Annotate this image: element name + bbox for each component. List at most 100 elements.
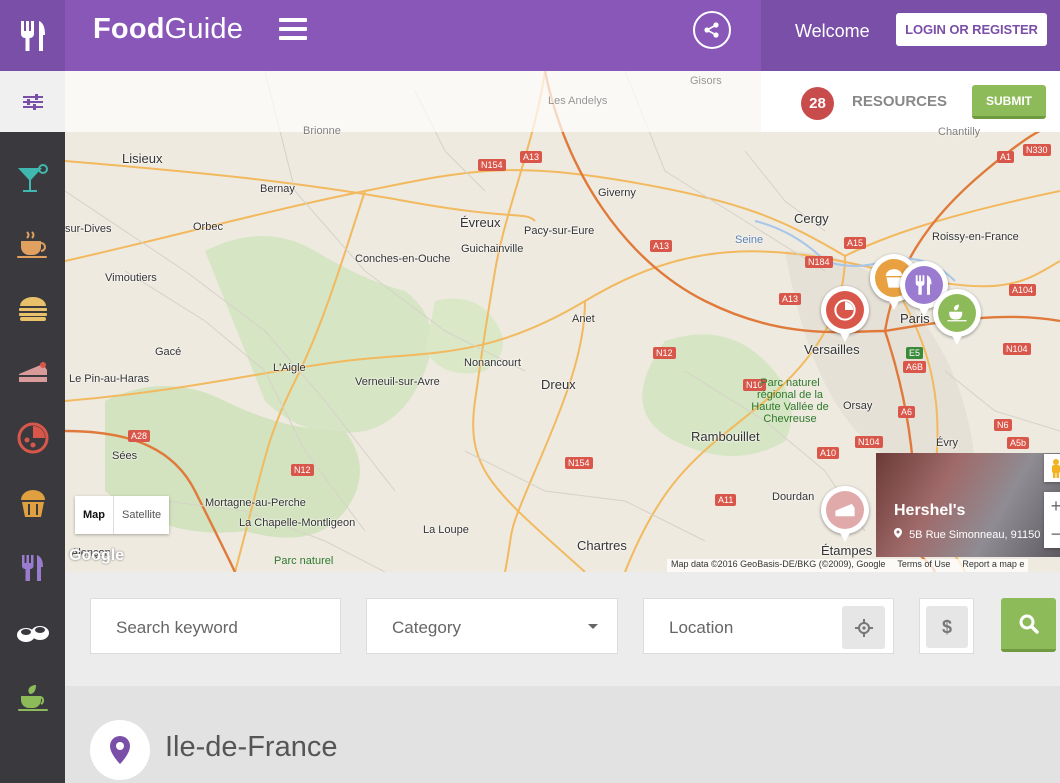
zoom-out-button[interactable]: − (1044, 520, 1060, 548)
account-area: Welcome LOGIN OR REGISTER (761, 0, 1060, 71)
coffee-cup-icon (16, 231, 47, 258)
map-pin-tea[interactable] (933, 289, 981, 347)
place-popup[interactable]: Hershel's 5B Rue Simonneau, 91150 E (876, 453, 1060, 557)
road-shield: A5b (1007, 437, 1030, 449)
submit-button[interactable]: SUBMIT (972, 85, 1046, 119)
geolocate-button[interactable] (842, 606, 885, 649)
welcome-text: Welcome (795, 21, 870, 41)
price-filter: $ (919, 598, 974, 654)
map-label: Gisors (690, 75, 722, 87)
tea-cup-icon (947, 304, 967, 322)
map-attribution: Map data ©2016 GeoBasis-DE/BKG (©2009), … (667, 559, 1029, 572)
road-shield: A15 (844, 237, 867, 249)
map-label: Conches-en-Ouche (355, 253, 451, 265)
map-label: Guichainville (461, 243, 524, 255)
pegman-icon (1052, 459, 1060, 478)
road-shield: N12 (653, 347, 676, 359)
cupcake-icon (20, 490, 45, 517)
sidebar-item-desserts[interactable] (0, 353, 65, 393)
map-label: Les Andelys (548, 95, 608, 107)
road-shield: A6 (898, 406, 916, 418)
sidebar-item-drinks[interactable] (0, 159, 65, 199)
search-keyword-input[interactable]: Search keyword (90, 598, 341, 654)
price-filter-button[interactable]: $ (926, 606, 968, 648)
sidebar-item-restaurants[interactable] (0, 548, 65, 588)
fork-knife-icon (20, 20, 45, 51)
search-bar: Search keyword Category Location $ (65, 572, 1060, 686)
sidebar-item-coffee[interactable] (0, 224, 65, 264)
sliders-icon (22, 93, 43, 110)
popup-address: 5B Rue Simonneau, 91150 E (894, 528, 1051, 541)
sidebar-item-bakery[interactable] (0, 483, 65, 523)
road-shield: N104 (1003, 343, 1031, 355)
road-shield: N184 (805, 256, 833, 268)
map-label: Bernay (260, 183, 295, 195)
map-pin-pizza[interactable] (821, 286, 869, 344)
map-label: Dourdan (772, 491, 815, 503)
map-label: Nonancourt (464, 357, 521, 369)
map-label: Le Pin-au-Haras (69, 373, 150, 385)
road-shield: A13 (520, 151, 543, 163)
map-label: Pacy-sur-Eure (524, 225, 595, 237)
filter-toggle-button[interactable] (0, 71, 65, 132)
search-button[interactable] (1001, 598, 1056, 652)
map-label: Orbec (193, 221, 223, 233)
map-label: Chantilly (938, 126, 981, 138)
sidebar-item-pizza[interactable] (0, 418, 65, 458)
map-type-map-button[interactable]: Map (75, 496, 114, 534)
map-label: Cergy (794, 211, 829, 226)
map[interactable]: 28 RESOURCES SUBMIT Lisieux Bernay Orbec… (65, 71, 1060, 572)
terms-of-use-link[interactable]: Terms of Use (897, 559, 950, 572)
google-logo: Google (69, 547, 125, 564)
map-pin-dessert[interactable] (821, 486, 869, 544)
map-label: Seine (735, 234, 764, 246)
resources-panel: 28 RESOURCES SUBMIT (761, 71, 1060, 132)
cake-slice-icon (18, 362, 47, 382)
zoom-in-button[interactable]: + (1044, 492, 1060, 520)
report-map-error-link[interactable]: Report a map e (962, 559, 1024, 572)
road-shield: N330 (1023, 144, 1051, 156)
location-pin-icon (894, 528, 902, 538)
sidebar-item-sushi[interactable] (0, 613, 65, 653)
share-icon (704, 22, 719, 38)
app-logo[interactable] (0, 0, 65, 71)
map-label: La Chapelle-Montligeon (239, 517, 356, 529)
category-select[interactable]: Category (366, 598, 618, 654)
sidebar-item-tea[interactable] (0, 678, 65, 718)
road-shield: A13 (779, 293, 802, 305)
resources-label: RESOURCES (852, 93, 948, 110)
map-label: Chartres (577, 538, 627, 553)
location-input[interactable]: Location (643, 598, 894, 654)
cake-slice-icon (835, 503, 855, 517)
map-label: Évry (936, 437, 958, 449)
pizza-icon (17, 422, 48, 454)
map-label: La Loupe (423, 524, 469, 536)
park-label: Parc naturel régional de la Haute Vallée… (751, 377, 829, 425)
chevron-down-icon (588, 624, 598, 629)
road-shield: A1 (997, 151, 1015, 163)
login-register-button[interactable]: LOGIN OR REGISTER (896, 13, 1047, 46)
map-label: Gacé (155, 346, 182, 358)
map-label: Sées (112, 450, 138, 462)
map-label: Orsay (843, 400, 873, 412)
map-label: Évreux (460, 215, 501, 230)
brand-name[interactable]: FoodGuide (93, 13, 243, 46)
map-type-satellite-button[interactable]: Satellite (114, 509, 169, 521)
category-sidebar (0, 132, 65, 783)
street-view-pegman[interactable] (1044, 454, 1060, 482)
top-bar: FoodGuide (65, 0, 761, 71)
sidebar-item-burgers[interactable] (0, 289, 65, 329)
location-pin-icon (110, 736, 130, 764)
map-label: Rambouillet (691, 429, 760, 444)
map-label: Verneuil-sur-Avre (355, 376, 440, 388)
road-shield: N104 (855, 436, 883, 448)
fork-knife-icon (21, 555, 43, 581)
share-button[interactable] (693, 11, 731, 49)
zoom-control: + − (1044, 492, 1060, 548)
menu-button[interactable] (279, 18, 307, 42)
resources-count-badge: 28 (801, 87, 834, 120)
fork-knife-icon (915, 275, 932, 295)
popup-title: Hershel's (894, 502, 966, 519)
map-type-control: Map Satellite (75, 496, 170, 534)
map-label: sur-Dives (65, 223, 112, 235)
